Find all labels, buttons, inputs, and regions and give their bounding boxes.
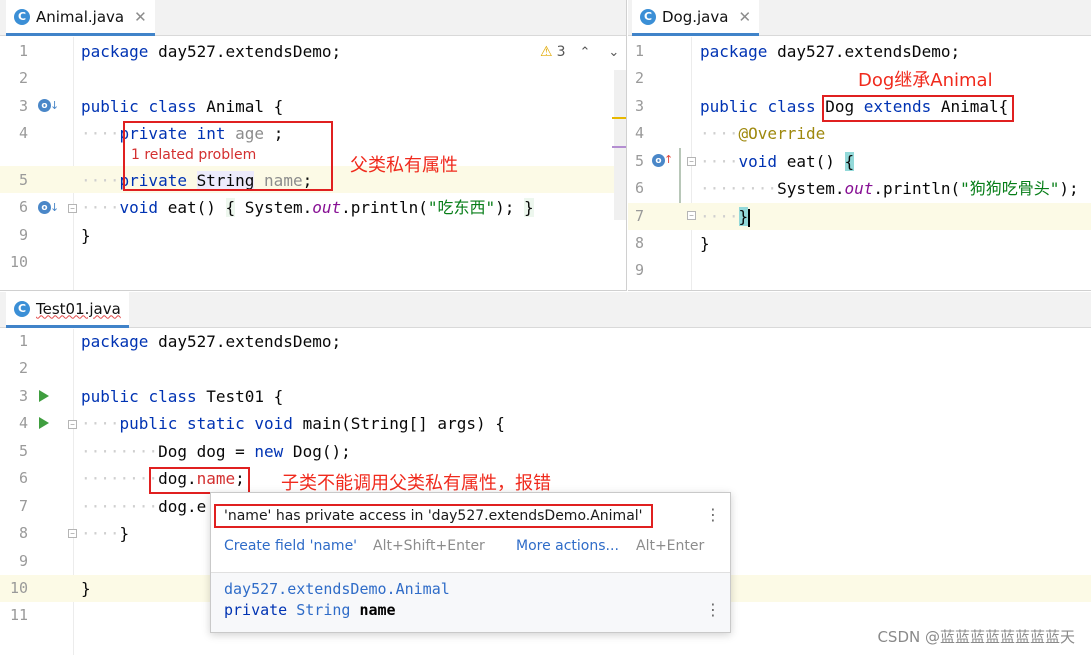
line-number: 9 bbox=[18, 226, 28, 244]
error-message: 'name' has private access in 'day527.ext… bbox=[214, 504, 653, 528]
code-line-7: ········dog.e bbox=[81, 497, 207, 516]
line-number: 11 bbox=[9, 606, 28, 624]
line-number: 9 bbox=[18, 552, 28, 570]
error-stripe-mark[interactable] bbox=[612, 146, 626, 148]
line-number: 5 bbox=[18, 171, 28, 189]
arrow-down-icon: ↓ bbox=[50, 99, 60, 112]
code-line-6: ····void eat() { System.out.println("吃东西… bbox=[81, 198, 534, 217]
annotation-box-private-fields bbox=[123, 121, 333, 191]
code-line-8: ····} bbox=[81, 524, 130, 543]
code-line-1: package day527.extendsDemo; bbox=[81, 42, 342, 61]
line-number: 3 bbox=[634, 97, 644, 115]
annotation-parent-private: 父类私有属性 bbox=[350, 155, 458, 176]
declaration-signature: private String name bbox=[224, 601, 396, 619]
line-number: 4 bbox=[18, 414, 28, 432]
current-line-highlight bbox=[628, 203, 1091, 230]
warning-icon: ⚠ bbox=[540, 44, 553, 60]
code-line-3: public class Test01 { bbox=[81, 387, 284, 406]
code-line-5: ········Dog dog = new Dog(); bbox=[81, 442, 351, 461]
chevron-down-icon[interactable]: ⌄ bbox=[608, 45, 619, 60]
fold-icon[interactable]: − bbox=[687, 157, 696, 166]
code-line-9: } bbox=[81, 226, 91, 245]
code-line-4: ····public static void main(String[] arg… bbox=[81, 414, 505, 433]
dog-tab-bar: C Dog.java ✕ bbox=[628, 0, 1091, 36]
close-icon[interactable]: ✕ bbox=[134, 8, 147, 26]
tab-filename: Test01.java bbox=[36, 299, 121, 318]
line-number: 3 bbox=[18, 97, 28, 115]
java-class-icon: C bbox=[640, 8, 656, 25]
code-line-5: ····void eat() { bbox=[700, 152, 855, 171]
annotation-box-class-declaration bbox=[822, 95, 1014, 122]
line-number: 6 bbox=[634, 179, 644, 197]
annotation-box-error-access bbox=[149, 467, 250, 494]
code-line-3: public class Animal { bbox=[81, 97, 284, 116]
annotation-dog-extends: Dog继承Animal bbox=[858, 70, 993, 91]
dog-editor: C Dog.java ✕ 1 2 3 4 5 6 7 8 9 o ↑ − − p… bbox=[628, 0, 1091, 291]
warning-count: 3 bbox=[556, 44, 566, 60]
line-number: 5 bbox=[18, 442, 28, 460]
error-tooltip-popup: 'name' has private access in 'day527.ext… bbox=[210, 492, 731, 633]
line-number: 1 bbox=[18, 332, 28, 350]
more-options-icon[interactable]: ⋮ bbox=[705, 505, 721, 524]
animal-tab-bar: C Animal.java ✕ bbox=[0, 0, 626, 36]
tab-filename: Animal.java bbox=[36, 7, 125, 26]
more-actions-link[interactable]: More actions... bbox=[516, 538, 619, 554]
tab-dog-java[interactable]: C Dog.java ✕ bbox=[632, 0, 760, 36]
tab-animal-java[interactable]: C Animal.java ✕ bbox=[6, 0, 155, 36]
chevron-up-icon[interactable]: ⌃ bbox=[579, 45, 590, 60]
line-number: 2 bbox=[18, 359, 28, 377]
animal-editor: C Animal.java ✕ 1 2 3 4 5 6 9 10 o ↓ o ↓… bbox=[0, 0, 627, 291]
run-icon[interactable] bbox=[39, 390, 49, 402]
line-number: 6 bbox=[18, 469, 28, 487]
fold-icon[interactable]: − bbox=[68, 420, 77, 429]
fold-icon[interactable]: − bbox=[68, 529, 77, 538]
create-field-action[interactable]: Create field 'name' bbox=[224, 538, 357, 554]
error-stripe-mark[interactable] bbox=[612, 117, 626, 119]
code-line-7: ····} bbox=[700, 207, 751, 227]
scrollbar-track[interactable] bbox=[614, 70, 626, 220]
watermark: CSDN @蓝蓝蓝蓝蓝蓝蓝蓝天 bbox=[877, 628, 1075, 646]
java-class-icon: C bbox=[14, 300, 30, 317]
create-field-shortcut: Alt+Shift+Enter bbox=[373, 538, 485, 554]
code-line-10: } bbox=[81, 579, 91, 598]
line-number: 10 bbox=[9, 253, 28, 271]
line-number: 1 bbox=[18, 42, 28, 60]
line-number: 1 bbox=[634, 42, 644, 60]
line-number: 10 bbox=[9, 579, 28, 597]
popup-declaration-section: day527.extendsDemo.Animal private String… bbox=[211, 573, 730, 632]
code-line-6: ········System.out.println("狗狗吃骨头"); bbox=[700, 179, 1079, 198]
tab-test01-java[interactable]: C Test01.java bbox=[6, 292, 129, 328]
close-icon[interactable]: ✕ bbox=[738, 8, 751, 26]
line-number: 2 bbox=[634, 69, 644, 87]
tab-filename: Dog.java bbox=[662, 7, 729, 26]
line-number: 8 bbox=[634, 234, 644, 252]
line-number: 2 bbox=[18, 69, 28, 87]
more-actions-shortcut: Alt+Enter bbox=[636, 538, 705, 554]
java-class-icon: C bbox=[14, 8, 30, 25]
line-number: 7 bbox=[18, 497, 28, 515]
line-number: 6 bbox=[18, 198, 28, 216]
run-icon[interactable] bbox=[39, 417, 49, 429]
line-number: 9 bbox=[634, 261, 644, 279]
line-number: 7 bbox=[634, 207, 644, 225]
line-number: 4 bbox=[18, 124, 28, 142]
code-line-1: package day527.extendsDemo; bbox=[81, 332, 342, 351]
line-number: 5 bbox=[634, 152, 644, 170]
arrow-down-icon: ↓ bbox=[50, 201, 60, 214]
warnings-indicator[interactable]: ⚠ 3 ⌃ ⌄ bbox=[540, 44, 619, 60]
fold-icon[interactable]: − bbox=[687, 211, 696, 220]
more-options-icon[interactable]: ⋮ bbox=[705, 600, 721, 619]
code-line-1: package day527.extendsDemo; bbox=[700, 42, 961, 61]
line-number: 8 bbox=[18, 524, 28, 542]
code-line-8: } bbox=[700, 234, 710, 253]
test-tab-bar: C Test01.java bbox=[0, 292, 1091, 328]
fold-icon[interactable]: − bbox=[68, 204, 77, 213]
line-number: 3 bbox=[18, 387, 28, 405]
line-number: 4 bbox=[634, 124, 644, 142]
declaring-class-link[interactable]: day527.extendsDemo.Animal bbox=[224, 580, 450, 598]
arrow-up-icon: ↑ bbox=[664, 153, 674, 166]
code-line-4: ····@Override bbox=[700, 124, 826, 143]
